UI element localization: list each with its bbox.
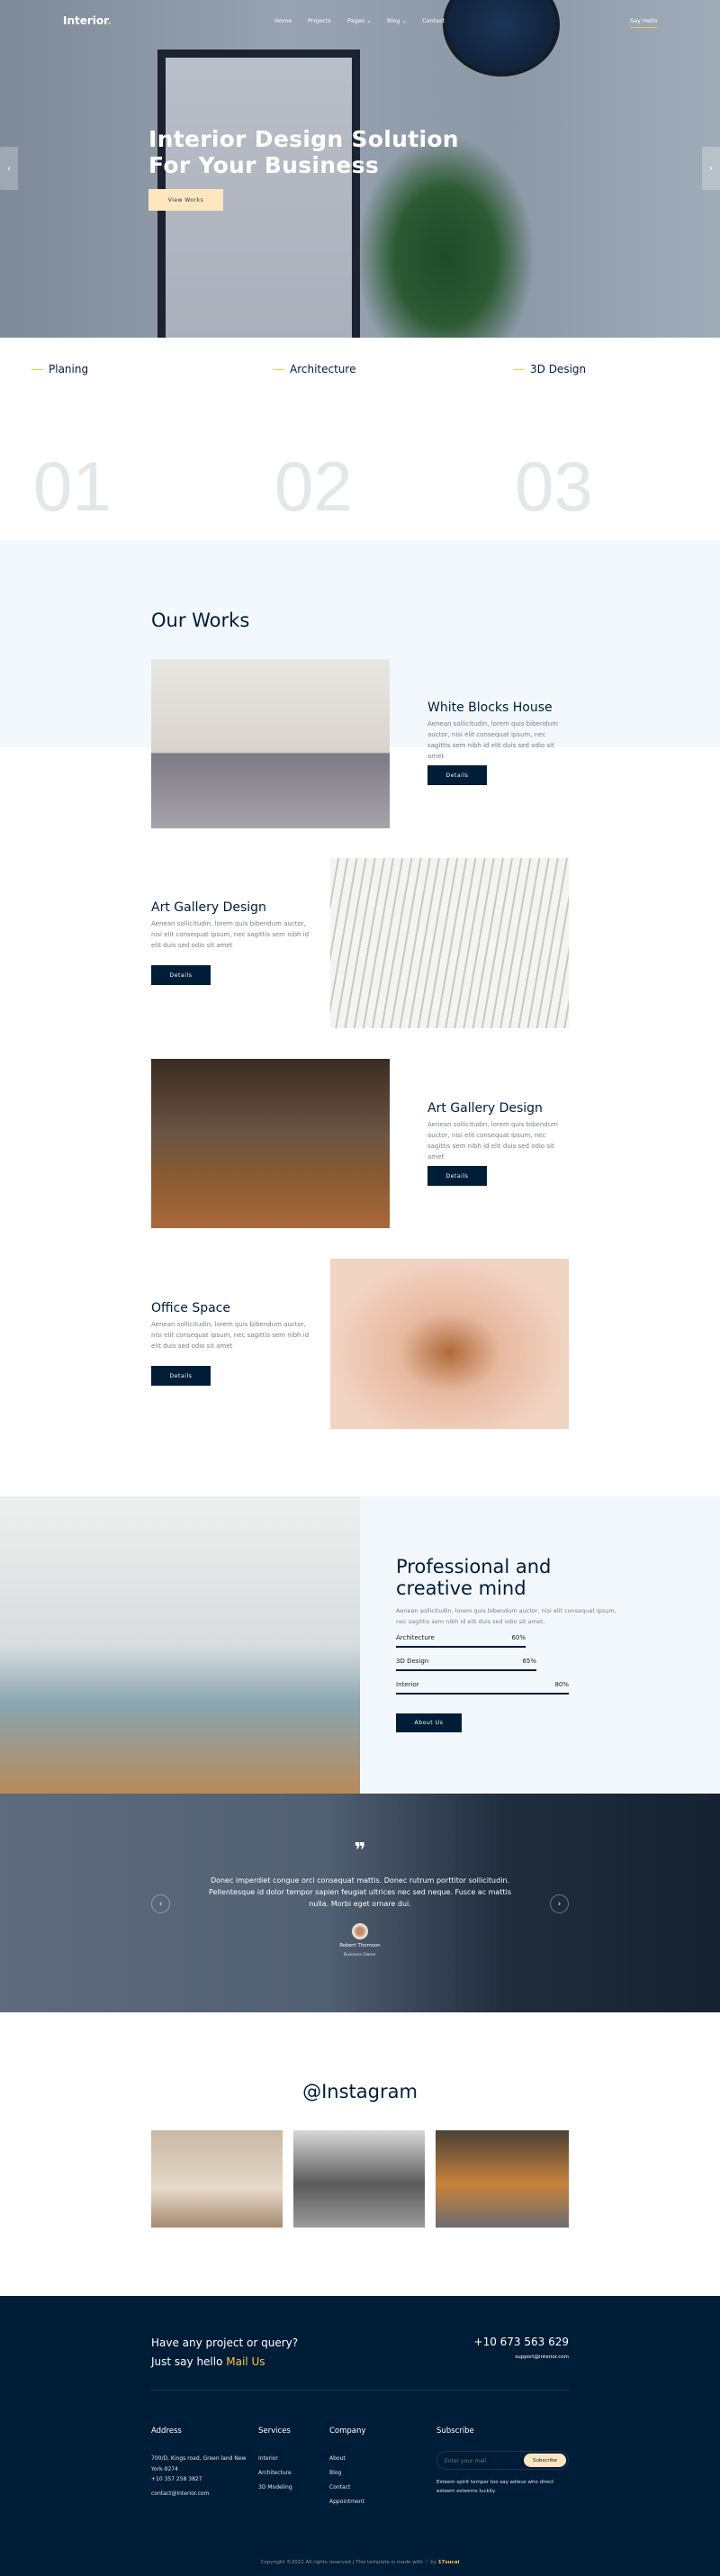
skill-bar-fill	[396, 1693, 569, 1695]
testimonial-text: Donec imperdiet congue orci consequat ma…	[209, 1876, 511, 1908]
feature-number: 02	[274, 447, 353, 526]
skill-bar: Architecture 60%	[396, 1634, 526, 1648]
address-title: Address	[151, 2427, 182, 2436]
work-text: Aenean sollicitudin, lorem quis bibendum…	[428, 1121, 558, 1161]
mail-us-link[interactable]: Mail Us	[226, 2355, 265, 2368]
company-link[interactable]: Appointment	[329, 2499, 364, 2505]
feature-label: Planing	[32, 363, 88, 375]
footer-divider	[151, 2390, 569, 2391]
instagram-title: @Instagram	[302, 2081, 418, 2102]
company-link[interactable]: Blog	[329, 2470, 341, 2476]
details-button[interactable]: Details	[428, 765, 487, 785]
footer-email[interactable]: support@interior.com	[450, 2355, 569, 2360]
instagram-image[interactable]	[151, 2130, 283, 2228]
details-button[interactable]: Details	[151, 1366, 211, 1386]
work-title: Office Space	[151, 1301, 230, 1315]
work-text: Aenean sollicitudin, lorem quis bibendum…	[428, 720, 558, 760]
services-link[interactable]: Architecture	[258, 2470, 292, 2476]
say-hello-link[interactable]: Say Hello	[630, 17, 658, 28]
skill-label: Architecture	[396, 1634, 435, 1641]
testimonial-next-icon[interactable]: ›	[550, 1894, 569, 1913]
skill-percent: 65%	[522, 1658, 536, 1665]
testimonial-prev-icon[interactable]: ‹	[151, 1894, 170, 1913]
about-image	[0, 1496, 360, 1794]
quote-icon: ❞	[354, 1839, 366, 1862]
nav-contact[interactable]: Contact	[422, 17, 445, 24]
nav-pages[interactable]: Pages ⌄	[347, 17, 372, 24]
subscribe-text: Esteem spirit temper too say adieus who …	[436, 2480, 554, 2494]
subscribe-title: Subscribe	[436, 2427, 474, 2436]
testimonial-role: Business Owner	[344, 1953, 376, 1957]
details-button[interactable]: Details	[151, 965, 211, 985]
skill-label: Interior	[396, 1681, 419, 1688]
hero-next-arrow-icon[interactable]: ›	[702, 147, 720, 190]
instagram-image[interactable]	[293, 2130, 425, 2228]
company-title: Company	[329, 2427, 366, 2436]
work-title: Art Gallery Design	[428, 1101, 543, 1116]
nav-projects[interactable]: Projects	[308, 17, 331, 24]
instagram-image[interactable]	[436, 2130, 569, 2228]
hero-title: Interior Design Solution For Your Busines…	[148, 126, 459, 178]
services-link[interactable]: 3D Modeling	[258, 2484, 292, 2490]
address-line: 700/D, Kings road, Green land New York-9…	[151, 2455, 247, 2472]
feature-label: Architecture	[273, 363, 356, 375]
services-title: Services	[258, 2427, 291, 2436]
subscribe-email-input[interactable]	[445, 2455, 521, 2466]
hero-image-mirror	[443, 0, 560, 77]
work-image-white-blocks-house[interactable]	[151, 659, 390, 828]
work-image-art-gallery-2[interactable]	[151, 1059, 390, 1228]
testimonial-name: Robert Thomson	[339, 1943, 381, 1948]
work-text: Aenean sollicitudin, lorem quis bibendum…	[151, 1321, 310, 1350]
credit-link[interactable]: 17sucai	[438, 2560, 460, 2565]
footer-cta: Have any project or query? Just say hell…	[151, 2336, 299, 2368]
skill-bar: 3D Design 65%	[396, 1658, 536, 1671]
copyright: Copyright ©2022 All rights reserved | Th…	[260, 2560, 460, 2565]
chevron-down-icon: ⌄	[366, 17, 372, 24]
skill-bar: Interior 80%	[396, 1681, 569, 1695]
feature-number: 01	[33, 447, 112, 526]
chevron-down-icon: ⌄	[401, 17, 407, 24]
view-works-button[interactable]: View Works	[148, 189, 223, 211]
subscribe-form: Subscribe	[436, 2451, 569, 2470]
services-link[interactable]: Interior	[258, 2455, 278, 2462]
address-phone: +10 357 258 3827	[151, 2476, 202, 2482]
company-link[interactable]: Contact	[329, 2484, 350, 2490]
footer-phone[interactable]: +10 673 563 629	[450, 2336, 569, 2348]
skills-list: Architecture 60% 3D Design 65% Interior 80%	[396, 1634, 612, 1704]
company-link[interactable]: About	[329, 2455, 346, 2462]
feature-label: 3D Design	[513, 363, 586, 375]
work-title: Art Gallery Design	[151, 900, 266, 915]
skill-label: 3D Design	[396, 1658, 429, 1665]
details-button[interactable]: Details	[428, 1166, 487, 1186]
logo[interactable]: Interior.	[63, 14, 112, 27]
avatar	[352, 1923, 368, 1939]
work-image-office-space[interactable]	[330, 1259, 569, 1429]
skill-percent: 80%	[554, 1681, 569, 1688]
footer	[0, 2296, 720, 2576]
work-title: White Blocks House	[428, 700, 553, 715]
about-title: Professional and creative mind	[396, 1556, 552, 1599]
feature-number: 03	[515, 447, 593, 526]
subscribe-button[interactable]: Subscribe	[524, 2454, 566, 2467]
address-email[interactable]: contact@interior.com	[151, 2490, 209, 2497]
nav-home[interactable]: Home	[274, 17, 292, 24]
skill-bar-fill	[396, 1669, 536, 1671]
about-us-button[interactable]: About Us	[396, 1713, 462, 1732]
about-text: Aenean sollicitudin, lorem quis bibendum…	[396, 1607, 616, 1625]
work-image-art-gallery[interactable]	[330, 858, 569, 1028]
skill-percent: 60%	[511, 1634, 526, 1641]
skill-bar-fill	[396, 1646, 526, 1648]
work-text: Aenean sollicitudin, lorem quis bibendum…	[151, 920, 310, 949]
hero-prev-arrow-icon[interactable]: ‹	[0, 147, 18, 190]
nav-blog[interactable]: Blog ⌄	[387, 17, 407, 24]
works-title: Our Works	[151, 610, 250, 631]
